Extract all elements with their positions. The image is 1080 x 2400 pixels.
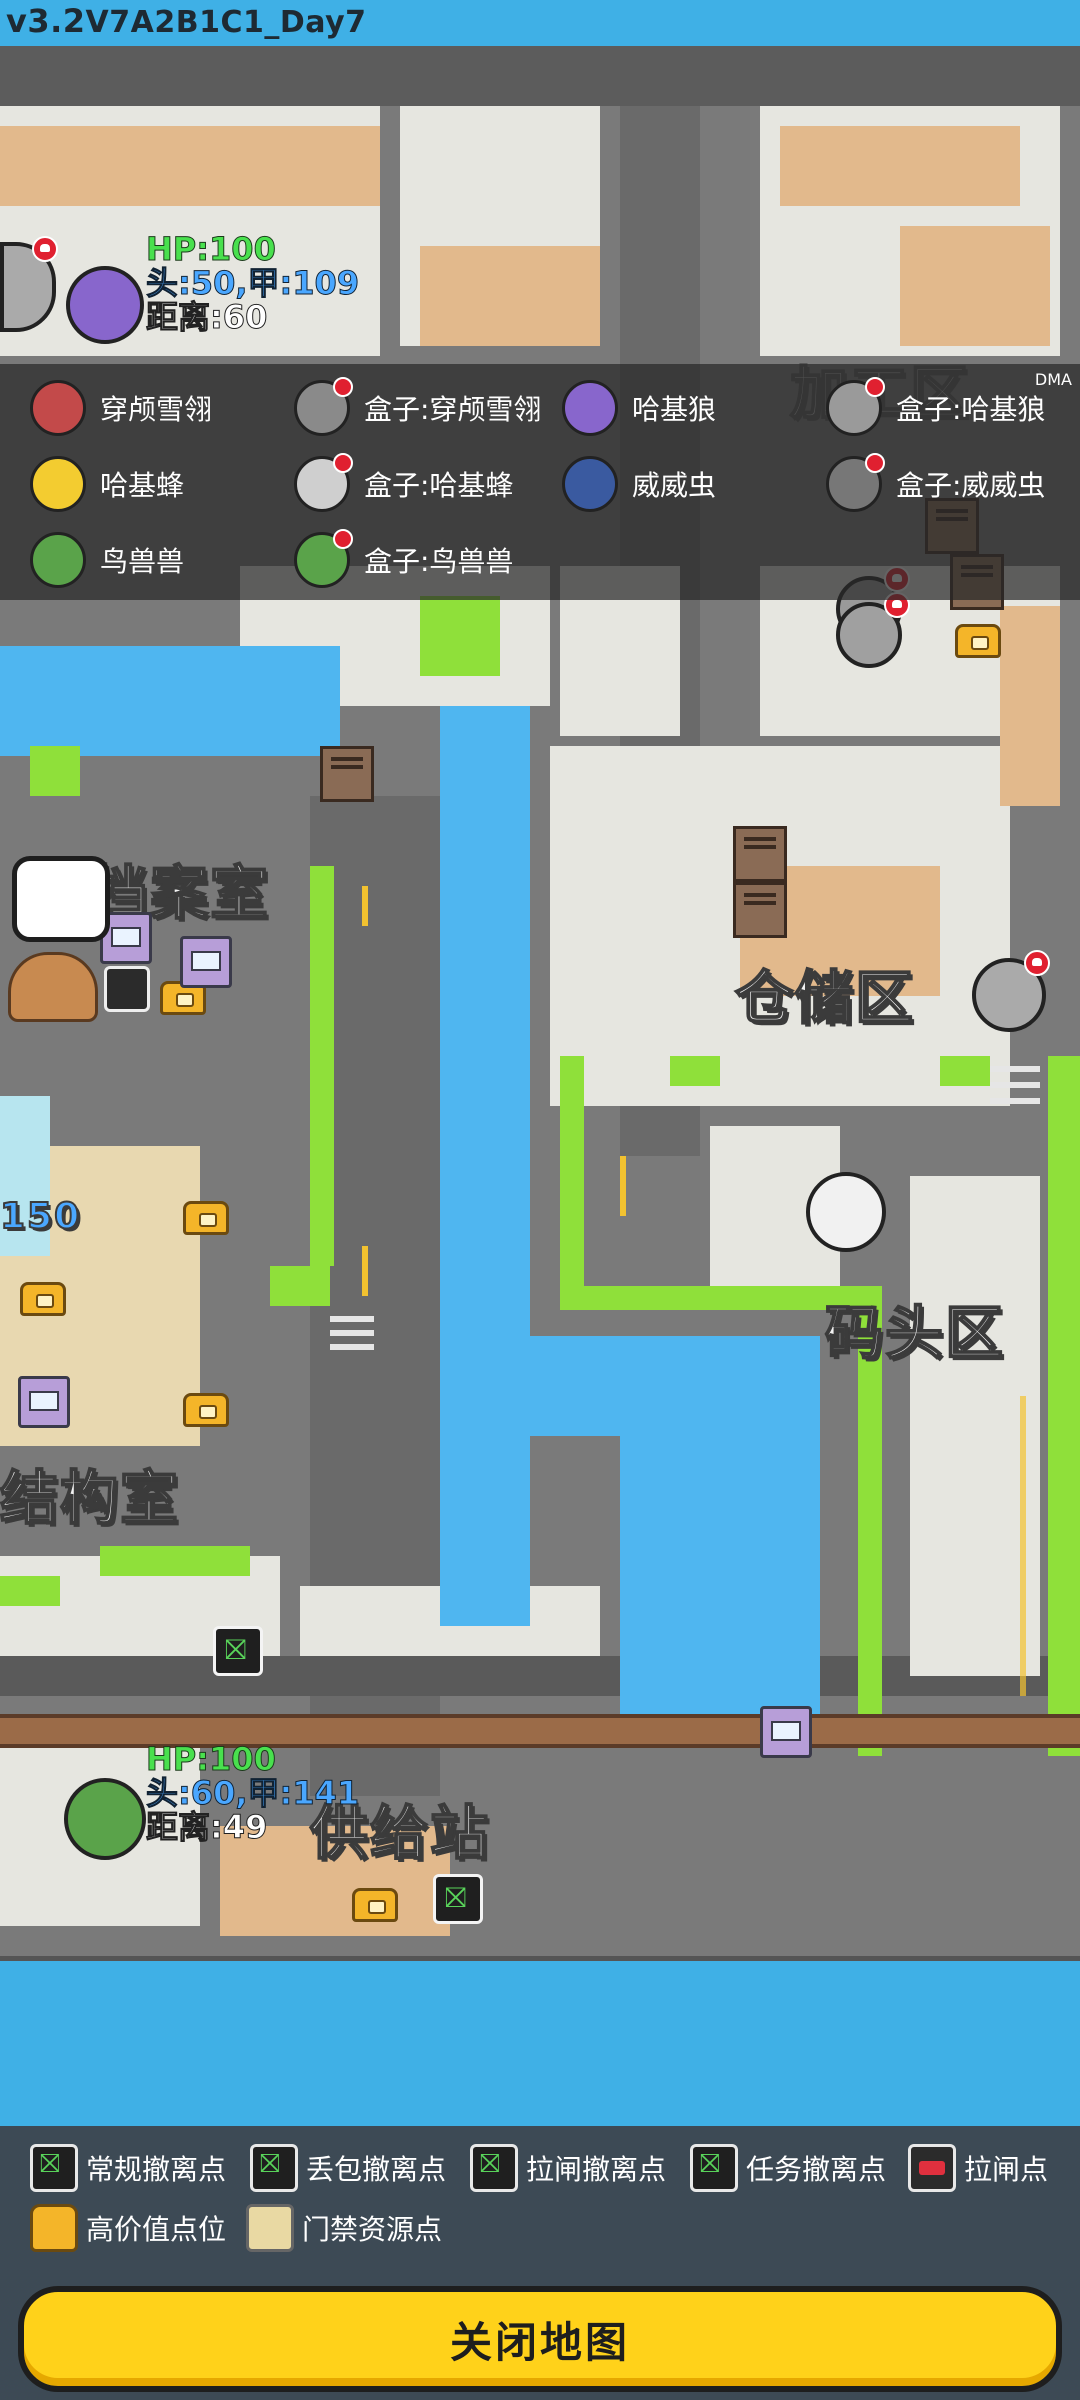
player-distance: 距离:49 xyxy=(145,1808,268,1846)
legend-label: 拉闸撤离点 xyxy=(526,2153,667,2186)
player-name: 盒子:穿颅雪翎 xyxy=(364,393,542,426)
legend-item-keycard: 门禁资源点 xyxy=(246,2200,442,2256)
skull-icon xyxy=(1024,950,1050,976)
player-list-entry[interactable]: 盒子:哈基蜂 xyxy=(294,452,513,516)
player-list-entry[interactable]: 盒子:哈基狼 xyxy=(826,376,1045,440)
exit-drop-icon[interactable] xyxy=(433,1874,483,1924)
chest-icon[interactable] xyxy=(183,1393,229,1427)
exit-lever-icon xyxy=(470,2144,518,2192)
player-list-entry[interactable]: 盒子:鸟兽兽 xyxy=(294,528,513,592)
box-avatar-icon xyxy=(294,453,353,512)
box-avatar-icon xyxy=(826,377,885,436)
game-map[interactable]: 档案室 仓储区 码头区 结构室 供给站 加工区 150 HP:100 头:50,… xyxy=(0,46,1080,1961)
keycard-door-icon[interactable] xyxy=(180,936,232,988)
exit-drop-icon xyxy=(250,2144,298,2192)
crate-icon[interactable] xyxy=(733,826,787,882)
keycard-stack-icon xyxy=(246,2204,294,2252)
player-avatar-icon xyxy=(30,456,86,512)
legend-label: 丢包撤离点 xyxy=(306,2153,447,2186)
skull-icon xyxy=(333,377,353,397)
player-list-entry[interactable]: 威威虫 xyxy=(562,452,716,516)
player-name: 鸟兽兽 xyxy=(100,545,185,578)
version-major: v3.2 xyxy=(6,2,86,40)
player-avatar-top[interactable] xyxy=(66,266,144,344)
version-build: V7A2B1C1_Day7 xyxy=(85,5,367,40)
player-armor: 头:50,甲:109 xyxy=(145,264,360,302)
skull-icon xyxy=(333,453,353,473)
player-avatar-bottom[interactable] xyxy=(64,1778,146,1860)
legend-label: 常规撤离点 xyxy=(86,2153,227,2186)
lever-icon[interactable] xyxy=(104,966,150,1012)
keycard-door-icon[interactable] xyxy=(760,1706,812,1758)
lever-icon xyxy=(908,2144,956,2192)
player-hp: HP:100 xyxy=(145,1740,276,1778)
box-avatar-icon xyxy=(294,529,353,588)
keycard-door-icon[interactable] xyxy=(18,1376,70,1428)
exit-icon xyxy=(30,2144,78,2192)
crate-icon[interactable] xyxy=(733,882,787,938)
chest-icon[interactable] xyxy=(20,1282,66,1316)
crate-icon[interactable] xyxy=(320,746,374,802)
player-armor: 头:60,甲:141 xyxy=(145,1774,360,1812)
chest-icon[interactable] xyxy=(352,1888,398,1922)
player-list-entry[interactable]: 哈基狼 xyxy=(562,376,716,440)
legend-item-exit-task: 任务撤离点 xyxy=(690,2140,886,2196)
box-avatar-icon xyxy=(294,377,353,436)
legend-label: 高价值点位 xyxy=(86,2213,227,2246)
version-label: v3.2V7A2B1C1_Day7 xyxy=(6,2,367,40)
zone-label-dock: 码头区 xyxy=(824,1298,1006,1368)
player-name: 盒子:鸟兽兽 xyxy=(364,545,514,578)
zone-label-warehouse: 仓储区 xyxy=(734,963,916,1033)
player-list-overlay: DMA 穿颅雪翎 盒子:穿颅雪翎 哈基狼 盒子:哈基狼 哈基蜂 盒子:哈基蜂 威… xyxy=(0,364,1080,600)
skull-icon xyxy=(865,377,885,397)
chest-icon[interactable] xyxy=(183,1201,229,1235)
skull-icon xyxy=(865,453,885,473)
player-list-entry[interactable]: 鸟兽兽 xyxy=(30,528,184,592)
exit-task-icon xyxy=(690,2144,738,2192)
legend-label: 拉闸点 xyxy=(964,2153,1049,2186)
player-name: 盒子:哈基狼 xyxy=(896,393,1046,426)
player-avatar-icon xyxy=(562,456,618,512)
zone-label-structure: 结构室 xyxy=(0,1463,181,1533)
self-avatar[interactable] xyxy=(806,1172,886,1252)
laptop-icon[interactable] xyxy=(12,856,110,942)
player-list-entry[interactable]: 盒子:威威虫 xyxy=(826,452,1045,516)
close-map-button[interactable]: 关闭地图 xyxy=(18,2286,1062,2392)
player-list-entry[interactable]: 穿颅雪翎 xyxy=(30,376,212,440)
player-distance: 距离:60 xyxy=(145,298,268,336)
legend-item-chest: 高价值点位 xyxy=(30,2200,226,2256)
player-name: 穿颅雪翎 xyxy=(100,393,213,426)
legend-item-exit-lever: 拉闸撤离点 xyxy=(470,2140,666,2196)
player-info-bottom: HP:100 头:60,甲:141 距离:49 xyxy=(145,1740,360,1846)
player-avatar-icon xyxy=(30,532,86,588)
exit-icon[interactable] xyxy=(213,1626,263,1676)
player-name: 威威虫 xyxy=(632,469,717,502)
player-hp: HP:100 xyxy=(145,230,276,268)
player-name: 盒子:哈基蜂 xyxy=(364,469,514,502)
box-avatar-icon xyxy=(826,453,885,512)
legend-item-lever: 拉闸点 xyxy=(908,2140,1048,2196)
legend-label: 任务撤离点 xyxy=(746,2153,887,2186)
legend-item-exit-drop: 丢包撤离点 xyxy=(250,2140,446,2196)
zone-label-partial-left: 150 xyxy=(0,1195,82,1238)
device-icon[interactable] xyxy=(8,952,98,1022)
player-name: 哈基蜂 xyxy=(100,469,185,502)
player-avatar-icon xyxy=(562,380,618,436)
skull-icon xyxy=(32,236,58,262)
player-name: 哈基狼 xyxy=(632,393,717,426)
player-info-top: HP:100 头:50,甲:109 距离:60 xyxy=(145,230,360,336)
player-list-entry[interactable]: 盒子:穿颅雪翎 xyxy=(294,376,541,440)
chest-icon xyxy=(30,2204,78,2252)
legend-item-exit: 常规撤离点 xyxy=(30,2140,226,2196)
legend-label: 门禁资源点 xyxy=(302,2213,443,2246)
close-map-button-label: 关闭地图 xyxy=(449,2317,630,2367)
skull-icon xyxy=(333,529,353,549)
player-avatar-icon xyxy=(30,380,86,436)
player-name: 盒子:威威虫 xyxy=(896,469,1046,502)
player-list-entry[interactable]: 哈基蜂 xyxy=(30,452,184,516)
chest-icon[interactable] xyxy=(955,624,1001,658)
